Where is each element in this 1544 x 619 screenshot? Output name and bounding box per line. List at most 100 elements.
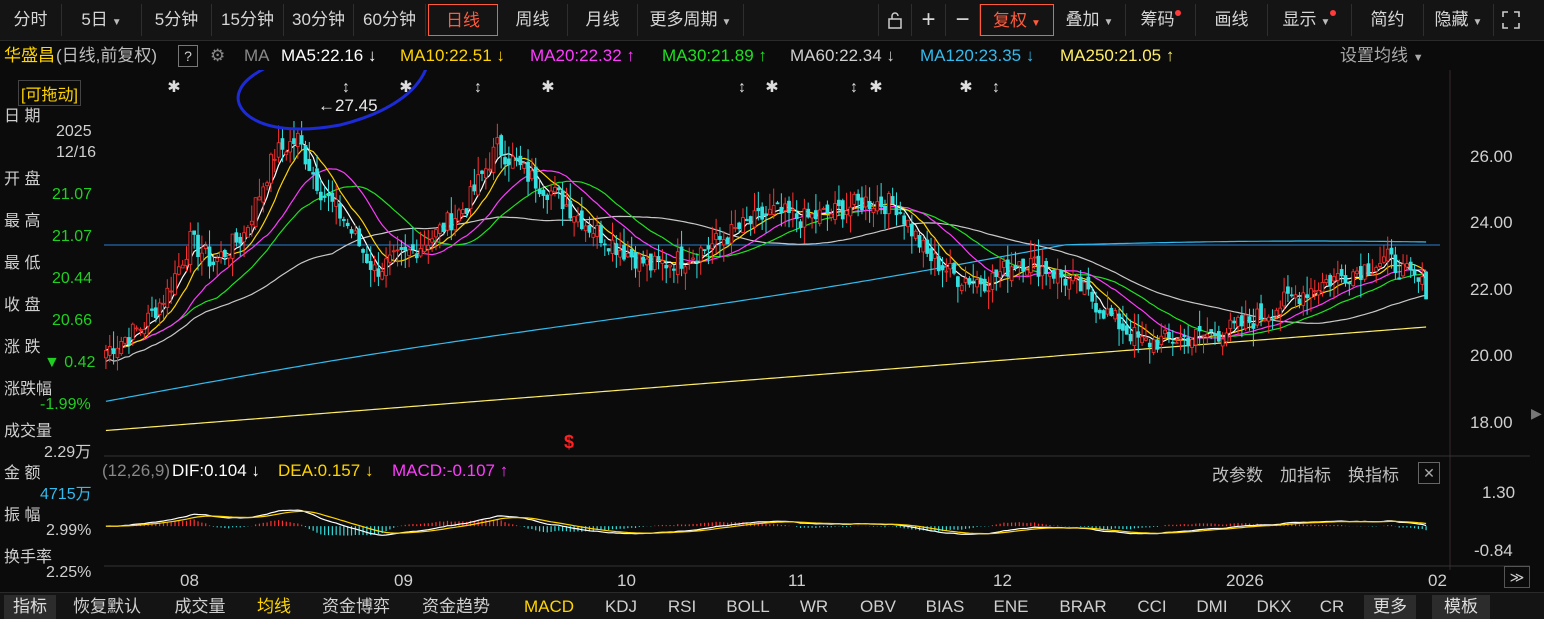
- candle-body: [1151, 339, 1156, 353]
- ma120-value: MA120:23.35 ↓: [920, 42, 1034, 70]
- help-button[interactable]: ?: [178, 45, 198, 67]
- dmi-tab[interactable]: DMI: [1188, 595, 1236, 619]
- fund-game-tab[interactable]: 资金博弈: [312, 595, 400, 619]
- candle-body: [111, 348, 116, 355]
- restore-default-tab[interactable]: 恢复默认: [64, 595, 150, 619]
- candle-body: [1140, 336, 1144, 344]
- close-value: 20.66: [52, 312, 93, 329]
- boll-tab[interactable]: BOLL: [718, 595, 778, 619]
- settings-gear-icon[interactable]: ⚙: [210, 42, 225, 70]
- overlay-dropdown[interactable]: 叠加 ▼: [1054, 4, 1126, 36]
- zoom-out-icon[interactable]: −: [946, 4, 980, 36]
- tab-30min[interactable]: 30分钟: [284, 4, 354, 36]
- ene-tab[interactable]: ENE: [986, 595, 1036, 619]
- close-label: 收 盘: [4, 297, 41, 314]
- candle-body: [230, 233, 235, 259]
- candle-body: [510, 155, 515, 169]
- scroll-right-icon[interactable]: ▶: [1531, 405, 1543, 435]
- macd-tab[interactable]: MACD: [516, 595, 582, 619]
- candle-body: [368, 261, 373, 270]
- adjust-rights-dropdown[interactable]: 复权 ▼: [980, 4, 1054, 36]
- candle-body: [814, 210, 818, 220]
- simple-button[interactable]: 简约: [1352, 4, 1424, 36]
- candle-body: [1351, 271, 1356, 286]
- dividend-s-icon[interactable]: $: [564, 432, 574, 453]
- zoom-in-icon[interactable]: +: [912, 4, 946, 36]
- cr-tab[interactable]: CR: [1312, 595, 1352, 619]
- more-periods-dropdown[interactable]: 更多周期 ▼: [638, 4, 744, 36]
- tab-15min[interactable]: 15分钟: [212, 4, 284, 36]
- candle-body: [1094, 303, 1098, 313]
- cci-tab[interactable]: CCI: [1130, 595, 1174, 619]
- tab-monthly[interactable]: 月线: [568, 4, 638, 36]
- tab-5day[interactable]: 5日 ▼: [62, 4, 142, 36]
- tab-weekly[interactable]: 周线: [498, 4, 568, 36]
- tab-daily[interactable]: 日线: [428, 4, 498, 36]
- candle-body: [1013, 264, 1018, 269]
- obv-tab[interactable]: OBV: [852, 595, 904, 619]
- price-chart[interactable]: ✱ ↕ ✱ ↕ ✱ ↕ ✱ ↕ ✱ ✱ ↕: [0, 70, 1544, 592]
- tab-5min[interactable]: 5分钟: [142, 4, 212, 36]
- candle-body: [238, 236, 243, 244]
- candle-body: [952, 262, 956, 274]
- modify-params-button[interactable]: 改参数: [1212, 461, 1263, 486]
- candle-body: [1228, 319, 1233, 329]
- brar-tab[interactable]: BRAR: [1050, 595, 1116, 619]
- tab-intraday[interactable]: 分时: [0, 4, 62, 36]
- candle-body: [860, 197, 864, 211]
- tab-60min[interactable]: 60分钟: [354, 4, 426, 36]
- candle-body: [119, 340, 124, 355]
- wr-tab[interactable]: WR: [792, 595, 836, 619]
- candle-body: [1224, 332, 1229, 343]
- candle-body: [1048, 273, 1052, 277]
- candle-body: [741, 217, 745, 233]
- candle-body: [998, 271, 1002, 278]
- volume-tab[interactable]: 成交量: [164, 595, 236, 619]
- set-ma-button[interactable]: 设置均线 ▼: [1340, 42, 1424, 72]
- template-tab[interactable]: 模板: [1432, 595, 1490, 619]
- switch-indicator-button[interactable]: 换指标: [1348, 461, 1399, 486]
- candle-body: [349, 229, 354, 234]
- add-indicator-button[interactable]: 加指标: [1280, 461, 1331, 486]
- indicator-tabbar: 指标 恢复默认 成交量 均线 资金博弈 资金趋势 MACD KDJ RSI BO…: [0, 592, 1544, 619]
- candle-body: [956, 276, 960, 287]
- candle-body: [1082, 281, 1087, 295]
- candle-body: [886, 193, 891, 215]
- arrow-icon: ↑: [626, 46, 635, 65]
- kdj-tab[interactable]: KDJ: [596, 595, 646, 619]
- chips-button[interactable]: 筹码: [1126, 4, 1196, 36]
- x-tick: 08: [180, 571, 199, 590]
- rsi-tab[interactable]: RSI: [660, 595, 704, 619]
- candle-body: [434, 229, 438, 238]
- high-marker: ←27.45: [318, 96, 378, 115]
- close-icon[interactable]: ✕: [1418, 462, 1440, 484]
- event-marker-icon: ↕: [738, 79, 746, 96]
- candle-body: [1117, 313, 1121, 330]
- fund-trend-tab[interactable]: 资金趋势: [412, 595, 500, 619]
- indicator-tab[interactable]: 指标: [4, 595, 56, 619]
- dkx-tab[interactable]: DKX: [1250, 595, 1298, 619]
- scroll-end-icon[interactable]: ≫: [1504, 566, 1530, 588]
- candle-body: [902, 215, 907, 225]
- candle-body: [1274, 309, 1279, 317]
- candle-body: [176, 266, 181, 275]
- ma-tab[interactable]: 均线: [248, 595, 300, 619]
- display-dropdown[interactable]: 显示 ▼: [1268, 4, 1352, 36]
- candle-body: [1240, 315, 1244, 327]
- candle-body: [134, 327, 139, 330]
- unlock-icon[interactable]: [878, 4, 912, 36]
- candle-body: [568, 200, 573, 219]
- fullscreen-icon[interactable]: [1494, 4, 1528, 36]
- candle-body: [679, 246, 684, 269]
- candle-body: [1405, 263, 1409, 268]
- dif-value: DIF:0.104 ↓: [172, 461, 260, 481]
- hide-dropdown[interactable]: 隐藏 ▼: [1424, 4, 1494, 36]
- macd-y-tick: 1.30: [1482, 483, 1516, 502]
- candle-body: [733, 227, 738, 229]
- candle-body: [675, 251, 680, 275]
- draw-line-button[interactable]: 画线: [1196, 4, 1268, 36]
- bias-tab[interactable]: BIAS: [918, 595, 972, 619]
- candle-body: [656, 256, 661, 261]
- more-tab[interactable]: 更多: [1364, 595, 1416, 619]
- button-label: 复权: [993, 11, 1028, 30]
